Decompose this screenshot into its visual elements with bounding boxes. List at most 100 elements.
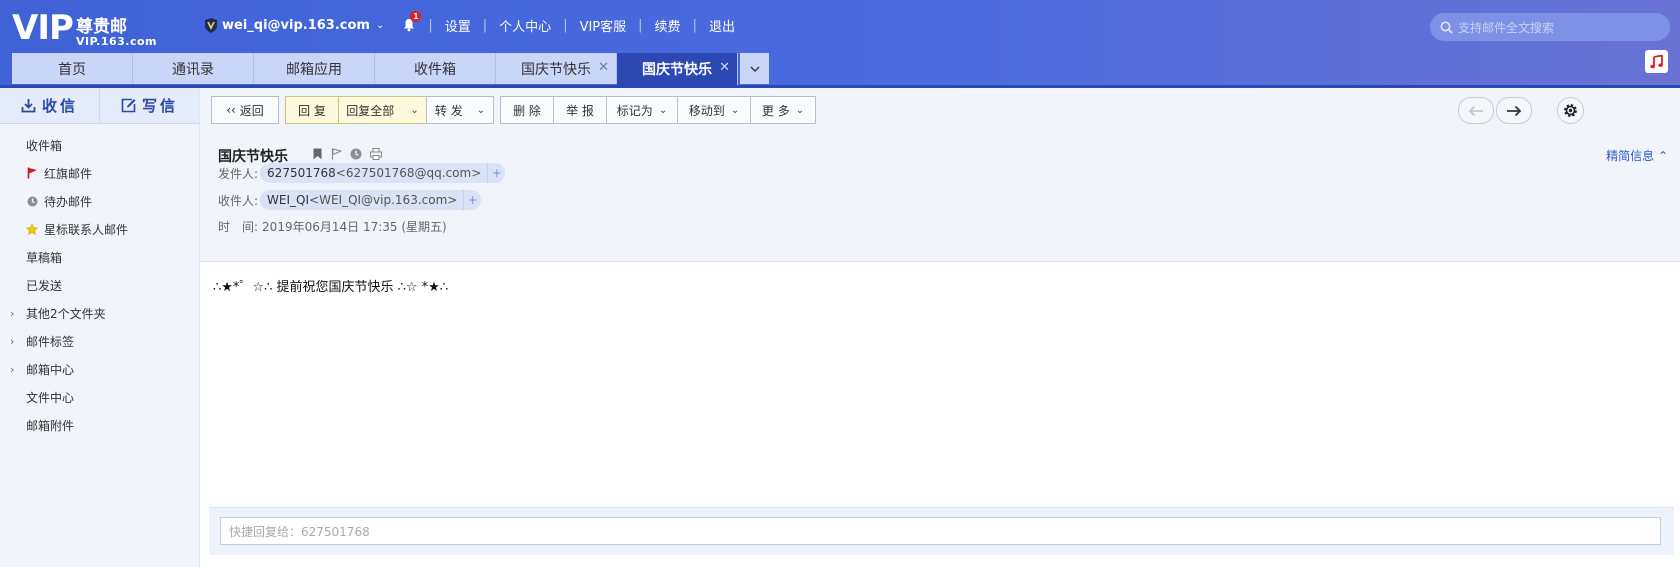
folder-label: 文件中心 <box>26 390 75 405</box>
chevron-down-icon[interactable]: ⌄ <box>410 105 418 116</box>
folder-other-folders[interactable]: › 其他2个文件夹 <box>0 299 199 327</box>
mark-as-button[interactable]: 标记为 ⌄ <box>606 96 678 124</box>
forward-label: 转 发 <box>434 103 463 118</box>
notification-bell[interactable]: 1 <box>402 11 422 32</box>
move-to-button[interactable]: 移动到 ⌄ <box>677 96 751 124</box>
next-mail-button[interactable] <box>1496 97 1532 124</box>
add-contact-icon[interactable]: + <box>487 163 505 183</box>
folder-drafts[interactable]: 草稿箱 <box>0 243 199 271</box>
close-tab-icon[interactable]: ✕ <box>598 60 609 75</box>
move-to-label: 移动到 <box>688 103 725 118</box>
receive-label: 收信 <box>41 97 78 115</box>
chevron-right-icon[interactable]: › <box>10 307 14 320</box>
main-tabs: 首页 通讯录 邮箱应用 收件箱 国庆节快乐 ✕ 国庆节快乐 ✕ <box>12 53 769 85</box>
delete-label: 删 除 <box>513 103 541 118</box>
quick-reply-input[interactable]: 快捷回复给：627501768 <box>220 517 1661 545</box>
sender-label: 发件人: <box>218 166 259 181</box>
close-tab-icon[interactable]: ✕ <box>719 60 730 75</box>
account-email[interactable]: wei_qi@vip.163.com <box>222 18 370 33</box>
account-dropdown-icon[interactable]: ⌄ <box>376 20 384 31</box>
print-icon[interactable] <box>370 148 382 160</box>
personal-center-link[interactable]: 个人中心 <box>499 16 551 35</box>
time-label: 时 间: <box>218 220 259 234</box>
reply-all-button[interactable]: 回复全部 ⌄ <box>338 96 427 124</box>
time-value: 2019年06月14日 17:35 (星期五) <box>262 220 447 234</box>
chevron-down-icon: ⌄ <box>795 104 805 116</box>
reply-all-label: 回复全部 <box>346 103 395 118</box>
write-mail-button[interactable]: 写信 <box>100 88 199 123</box>
tab-mail-1[interactable]: 国庆节快乐 ✕ <box>496 53 617 84</box>
folder-label: 邮箱附件 <box>26 418 75 433</box>
folder-file-center[interactable]: 文件中心 <box>0 383 199 411</box>
settings-button[interactable] <box>1557 97 1584 124</box>
forward-button[interactable]: 转 发 ⌄ <box>426 96 494 124</box>
clock-icon[interactable] <box>350 148 362 160</box>
tab-mail-active[interactable]: 国庆节快乐 ✕ <box>617 53 738 85</box>
add-contact-icon[interactable]: + <box>463 190 481 210</box>
music-note-icon <box>1650 54 1663 68</box>
mail-header: 国庆节快乐 精简信息 ⌃ 发件人: 627501768 <627501768@qq… <box>200 132 1680 262</box>
music-button[interactable] <box>1645 50 1668 73</box>
vip-service-link[interactable]: VIP客服 <box>580 16 627 35</box>
folder-sent[interactable]: 已发送 <box>0 271 199 299</box>
flag-icon[interactable] <box>331 148 342 160</box>
folder-starred-contacts[interactable]: 星标联系人邮件 <box>0 215 199 243</box>
star-icon <box>26 222 38 235</box>
tab-label: 邮箱应用 <box>286 61 342 78</box>
sender-row: 发件人: 627501768 <627501768@qq.com> + <box>218 163 506 183</box>
receive-mail-button[interactable]: 收信 <box>0 88 100 123</box>
previous-mail-button[interactable] <box>1458 97 1494 124</box>
report-button[interactable]: 举 报 <box>553 96 607 124</box>
tab-label: 通讯录 <box>172 61 214 78</box>
folder-label: 邮件标签 <box>26 334 75 349</box>
logout-link[interactable]: 退出 <box>709 16 735 35</box>
chevron-down-icon <box>750 66 759 72</box>
recipient-chip[interactable]: WEI_QI <WEI_QI@vip.163.com> + <box>260 190 482 210</box>
bookmark-icon[interactable] <box>312 148 323 160</box>
vip-logo[interactable]: VIP 尊贵邮 VIP.163.com <box>12 8 157 48</box>
simple-info-link[interactable]: 精简信息 ⌃ <box>1606 147 1668 164</box>
back-button[interactable]: ‹‹ 返回 <box>211 96 279 124</box>
chevron-down-icon[interactable]: ⌄ <box>477 105 485 116</box>
sidebar: 收信 写信 收件箱 红旗邮件 待办邮件 星标联系人邮件 草稿箱 已发送 › 其他2… <box>0 88 200 567</box>
tab-contacts[interactable]: 通讯录 <box>133 53 254 84</box>
delete-button[interactable]: 删 除 <box>500 96 554 124</box>
chevron-right-icon[interactable]: › <box>10 335 14 348</box>
tab-inbox[interactable]: 收件箱 <box>375 53 496 84</box>
tab-label: 首页 <box>58 61 86 78</box>
vip-shield-icon <box>205 17 217 33</box>
folder-label: 红旗邮件 <box>44 166 93 181</box>
tab-label: 国庆节快乐 <box>521 61 591 78</box>
mail-body-text: ∴★*゜☆∴ 提前祝您国庆节快乐 ∴☆ *★∴ <box>213 280 449 295</box>
renew-link[interactable]: 续费 <box>655 16 681 35</box>
recipient-name: WEI_QI <box>267 193 310 207</box>
folder-flagged[interactable]: 红旗邮件 <box>0 159 199 187</box>
quick-reply-area: 快捷回复给：627501768 <box>209 507 1674 555</box>
sender-chip[interactable]: 627501768 <627501768@qq.com> + <box>260 163 506 183</box>
reply-button[interactable]: 回 复 <box>285 96 339 124</box>
folder-mail-tags[interactable]: › 邮件标签 <box>0 327 199 355</box>
tab-home[interactable]: 首页 <box>12 53 133 84</box>
chevron-right-icon[interactable]: › <box>10 363 14 376</box>
tabs-more-button[interactable] <box>740 53 769 84</box>
header: VIP 尊贵邮 VIP.163.com wei_qi@vip.163.com ⌄… <box>0 0 1680 85</box>
compose-icon <box>121 98 136 113</box>
recipient-address: <WEI_QI@vip.163.com> <box>309 193 458 207</box>
folder-list: 收件箱 红旗邮件 待办邮件 星标联系人邮件 草稿箱 已发送 › 其他2个文件夹 ›… <box>0 124 199 439</box>
settings-link[interactable]: 设置 <box>445 16 471 35</box>
gear-icon <box>1564 104 1577 117</box>
folder-label: 收件箱 <box>26 138 63 153</box>
sender-name: 627501768 <box>267 166 336 180</box>
folder-label: 草稿箱 <box>26 250 63 265</box>
folder-mailbox-center[interactable]: › 邮箱中心 <box>0 355 199 383</box>
folder-inbox[interactable]: 收件箱 <box>0 131 199 159</box>
tab-mail-apps[interactable]: 邮箱应用 <box>254 53 375 84</box>
search-input[interactable]: 支持邮件全文搜索 <box>1430 13 1670 41</box>
search-icon <box>1440 21 1453 34</box>
chevron-up-icon: ⌃ <box>1657 149 1668 163</box>
folder-todo[interactable]: 待办邮件 <box>0 187 199 215</box>
time-row: 时 间: 2019年06月14日 17:35 (星期五) <box>218 218 447 235</box>
more-button[interactable]: 更 多 ⌄ <box>750 96 816 124</box>
folder-attachments[interactable]: 邮箱附件 <box>0 411 199 439</box>
folder-label: 邮箱中心 <box>26 362 75 377</box>
